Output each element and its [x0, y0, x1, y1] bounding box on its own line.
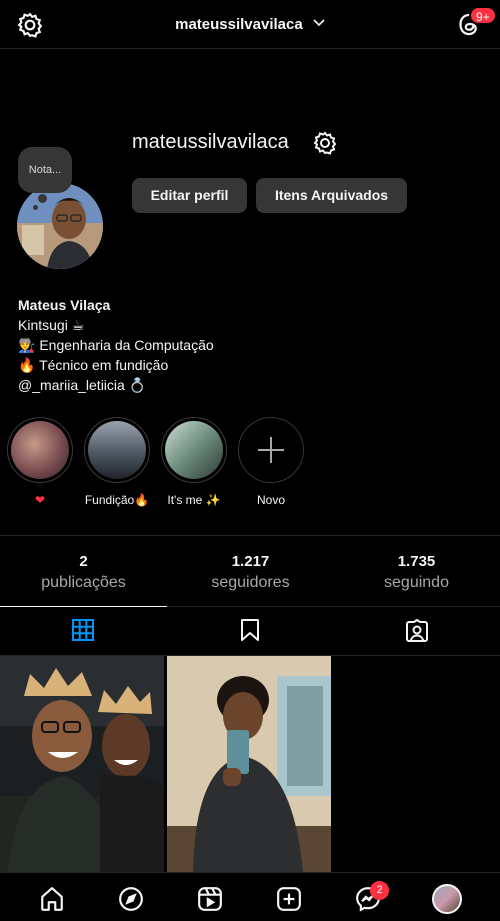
notification-badge: 9+: [469, 6, 497, 25]
post-photo: [0, 656, 164, 872]
profile-username: mateussilvavilaca: [132, 131, 289, 153]
tab-posts-grid[interactable]: [0, 606, 167, 655]
bio-line: 🔥 Técnico em fundição: [18, 357, 169, 373]
options-gear-icon[interactable]: [313, 131, 337, 155]
account-name: mateussilvavilaca: [175, 16, 303, 33]
post-thumbnail[interactable]: [167, 656, 331, 872]
content-tabs: [0, 606, 500, 656]
archived-items-button[interactable]: Itens Arquivados: [256, 178, 407, 213]
home-icon[interactable]: [39, 886, 65, 912]
bio: Mateus Vilaça Kintsugi ☕ 👨‍🏭 Engenharia …: [18, 295, 214, 395]
create-icon[interactable]: [276, 886, 302, 912]
grid-icon: [72, 619, 94, 641]
edit-profile-button[interactable]: Editar perfil: [132, 178, 247, 213]
highlight-item[interactable]: It's me ✨: [161, 417, 227, 507]
note-bubble-tail: [38, 194, 47, 203]
tab-tagged[interactable]: [333, 607, 500, 656]
note-bubble-tail: [33, 205, 38, 210]
account-switcher[interactable]: mateussilvavilaca: [0, 16, 500, 33]
stat-label: publicações: [41, 574, 126, 591]
highlight-label: Novo: [256, 493, 285, 507]
top-bar: mateussilvavilaca: [0, 0, 500, 49]
profile-avatar[interactable]: [17, 183, 103, 269]
bio-mention-link[interactable]: @_mariia_letiicia 💍: [18, 375, 214, 395]
post-thumbnail[interactable]: [0, 656, 164, 872]
stat-count: 1.735: [397, 553, 436, 570]
note-bubble[interactable]: Nota...: [18, 147, 72, 193]
bio-line: Kintsugi ☕: [18, 317, 85, 333]
tab-saved[interactable]: [167, 607, 334, 656]
profile-photo: [17, 183, 103, 269]
new-highlight-button[interactable]: Novo: [238, 417, 304, 507]
stat-count: 2: [79, 553, 88, 570]
explore-icon[interactable]: [118, 886, 144, 912]
stat-posts[interactable]: 2 publicações: [0, 553, 167, 592]
post-photo: [167, 656, 331, 872]
highlight-item[interactable]: ❤: [7, 417, 73, 507]
reels-icon[interactable]: [197, 886, 223, 912]
note-placeholder: Nota...: [28, 164, 62, 176]
profile-stats: 2 publicações 1.217 seguidores 1.735 seg…: [0, 535, 500, 607]
highlight-cover: [11, 421, 69, 479]
highlight-item[interactable]: Fundição🔥: [84, 417, 150, 507]
saved-icon: [241, 619, 259, 641]
stat-label: seguindo: [384, 574, 449, 591]
stat-following[interactable]: 1.735 seguindo: [333, 553, 500, 592]
bio-line: 👨‍🏭 Engenharia da Computação: [18, 337, 214, 353]
plus-icon: [258, 437, 284, 463]
chevron-down-icon: [313, 19, 325, 27]
highlight-cover: [88, 421, 146, 479]
messages-badge: 2: [370, 881, 389, 900]
stat-count: 1.217: [231, 553, 270, 570]
stat-followers[interactable]: 1.217 seguidores: [167, 553, 334, 592]
highlight-cover: [165, 421, 223, 479]
full-name: Mateus Vilaça: [18, 297, 111, 313]
tagged-icon: [406, 619, 428, 642]
bottom-nav: [0, 872, 500, 921]
stat-label: seguidores: [211, 574, 290, 591]
profile-tab-avatar[interactable]: [432, 884, 462, 914]
